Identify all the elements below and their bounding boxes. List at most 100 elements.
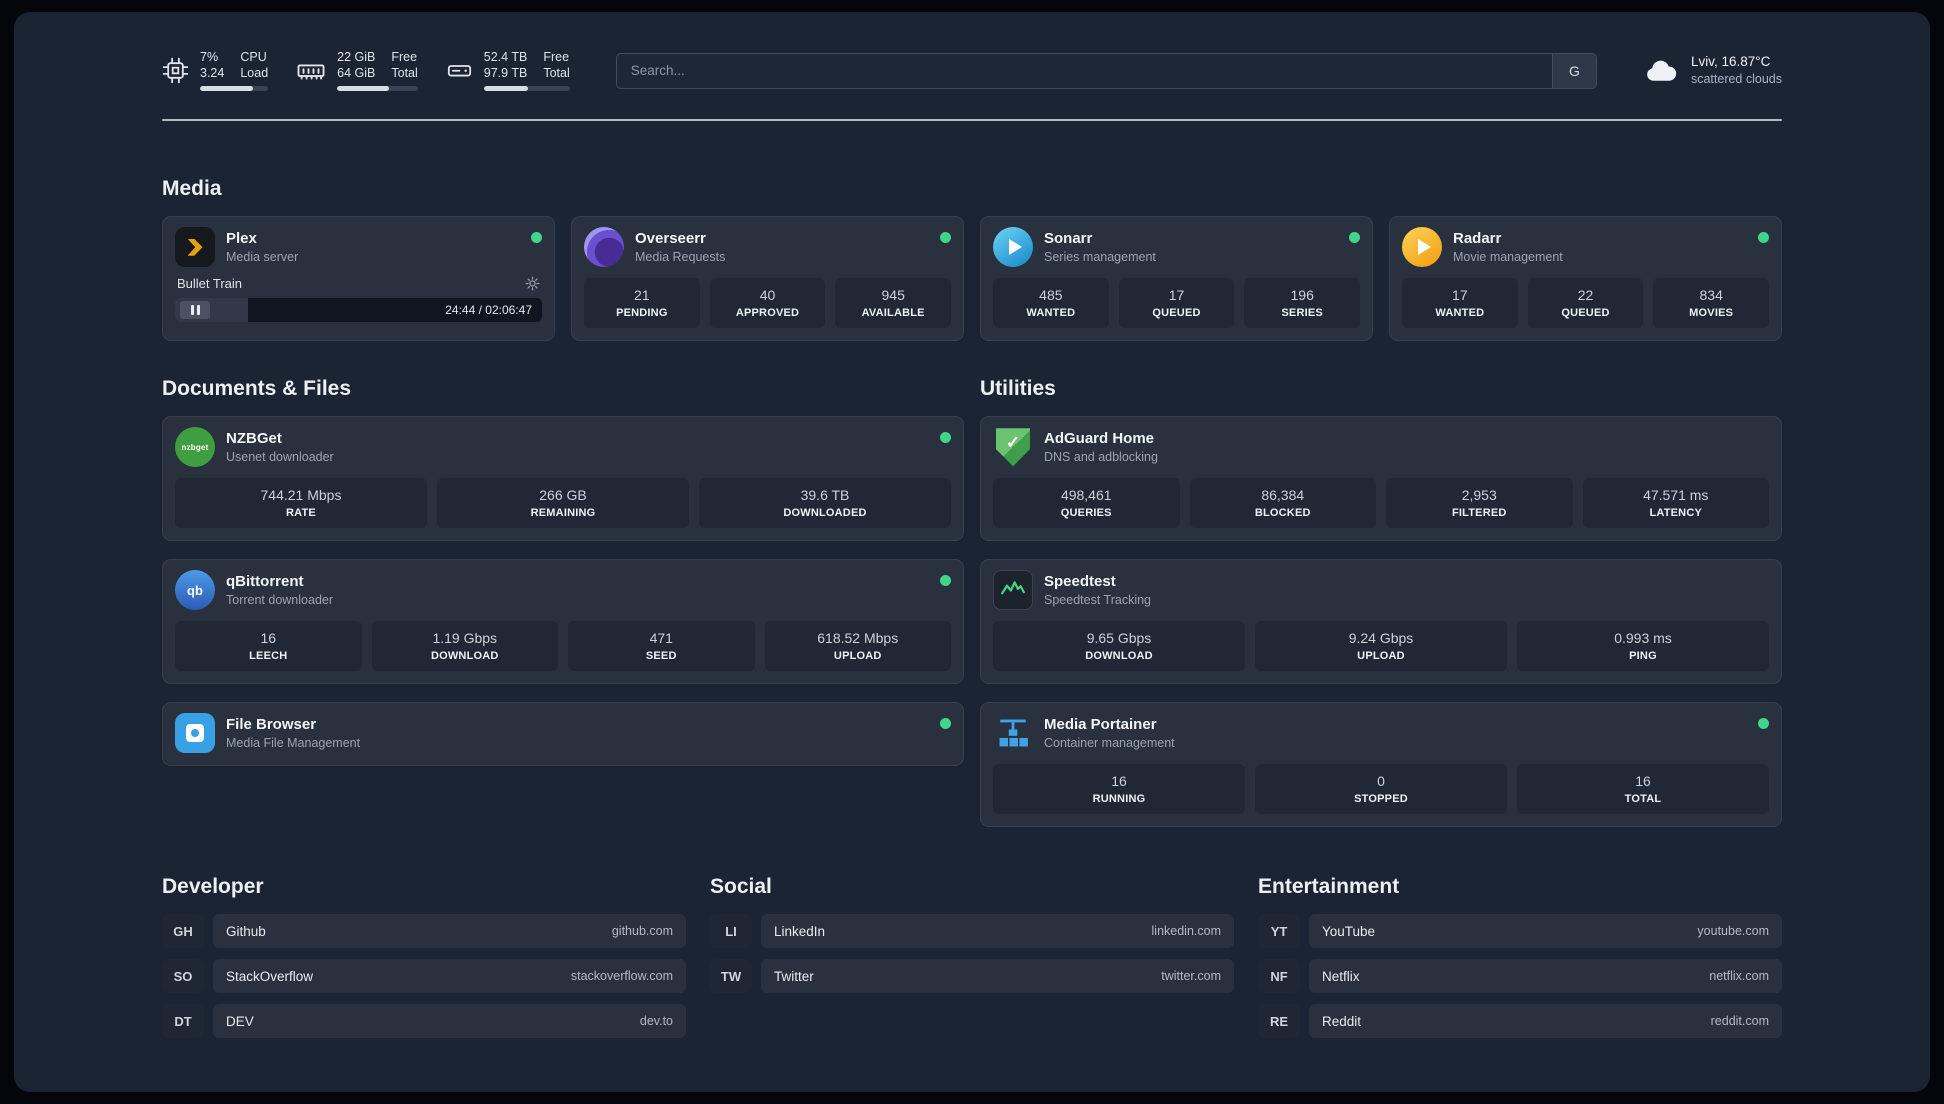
stat-label: QUEUED <box>1152 306 1201 319</box>
memory-labels: Free Total <box>391 50 417 81</box>
bookmark-abbr[interactable]: RE <box>1258 1004 1300 1039</box>
bookmark-abbr[interactable]: NF <box>1258 959 1300 994</box>
overseerr-icon <box>584 227 624 268</box>
bookmark-link[interactable]: LinkedIn linkedin.com <box>761 914 1234 949</box>
bookmark-name: Twitter <box>774 968 814 984</box>
service-card-sonarr[interactable]: Sonarr Series management 485 WANTED 17 Q… <box>980 216 1373 342</box>
search-provider-button[interactable]: G <box>1551 53 1596 88</box>
memory-free: 22 GiB <box>337 50 376 64</box>
stat-label: UPLOAD <box>1357 649 1405 662</box>
bookmark-link[interactable]: Twitter twitter.com <box>761 959 1234 994</box>
bookmark-abbr[interactable]: LI <box>710 914 752 949</box>
memory-total: 64 GiB <box>337 65 376 80</box>
service-name: AdGuard Home <box>1044 430 1155 448</box>
service-name: Plex <box>226 230 257 248</box>
service-card-plex[interactable]: Plex Media server Bullet Train 24:44 / 0… <box>162 216 555 342</box>
stat-label: APPROVED <box>735 306 800 319</box>
load-label: Load <box>240 65 269 80</box>
service-card-overseerr[interactable]: Overseerr Media Requests 21 PENDING 40 A… <box>571 216 964 342</box>
bookmark-abbr[interactable]: GH <box>162 914 204 949</box>
search-input[interactable] <box>616 63 1552 79</box>
bookmark-name: DEV <box>226 1013 254 1029</box>
bookmark-item-youtube[interactable]: YT YouTube youtube.com <box>1258 914 1782 949</box>
stat-value: 21 <box>634 287 650 304</box>
section-title-developer: Developer <box>162 875 264 899</box>
bookmark-link[interactable]: StackOverflow stackoverflow.com <box>213 959 686 994</box>
shield-check-icon: ✓ <box>996 428 1030 467</box>
stat-tile: 22 QUEUED <box>1527 278 1644 329</box>
service-card-portainer[interactable]: Media Portainer Container management 16 … <box>980 702 1782 828</box>
status-dot <box>1758 232 1769 244</box>
stat-label: SEED <box>645 649 677 662</box>
bookmark-item-reddit[interactable]: RE Reddit reddit.com <box>1258 1004 1782 1039</box>
bookmark-abbr[interactable]: SO <box>162 959 204 994</box>
stat-label: PING <box>1629 649 1657 662</box>
cpu-progress-fill <box>200 86 254 92</box>
stat-tile: 834 MOVIES <box>1653 278 1770 329</box>
stat-tile: 9.65 Gbps DOWNLOAD <box>993 621 1245 672</box>
resource-memory: 22 GiB 64 GiB Free Total <box>296 50 418 92</box>
bookmark-group-social: Social LI LinkedIn linkedin.com TW Twitt… <box>710 875 1234 1049</box>
service-description: Media File Management <box>226 735 361 750</box>
free-label: Free <box>391 50 418 64</box>
service-name: File Browser <box>226 716 317 734</box>
bookmark-item-dev[interactable]: DT DEV dev.to <box>162 1004 686 1039</box>
playback-progress-bar[interactable]: 24:44 / 02:06:47 <box>175 298 542 323</box>
filebrowser-icon <box>175 713 215 754</box>
stat-value: 16 <box>1111 773 1127 790</box>
bookmark-link[interactable]: DEV dev.to <box>213 1004 686 1039</box>
bookmark-link[interactable]: Github github.com <box>213 914 686 949</box>
stat-label: DOWNLOAD <box>1085 649 1153 662</box>
gear-icon[interactable] <box>525 276 540 291</box>
stat-tile: 0 STOPPED <box>1255 764 1507 815</box>
bookmark-item-linkedin[interactable]: LI LinkedIn linkedin.com <box>710 914 1234 949</box>
dashboard: 7% 3.24 CPU Load 22 GiB 64 GiB Free Tota… <box>14 12 1930 1092</box>
stat-tile: 9.24 Gbps UPLOAD <box>1255 621 1507 672</box>
stat-label: QUEUED <box>1561 306 1610 319</box>
disk-progress-bar <box>483 86 570 92</box>
stat-value: 17 <box>1168 287 1185 304</box>
stat-label: REMAINING <box>530 506 596 519</box>
stat-tile: 498,461 QUERIES <box>993 478 1180 529</box>
service-card-qbittorrent[interactable]: qb qBittorrent Torrent downloader 16 LEE… <box>162 559 964 685</box>
bookmark-item-netflix[interactable]: NF Netflix netflix.com <box>1258 959 1782 994</box>
bookmark-group-developer: Developer GH Github github.com SO StackO… <box>162 875 686 1049</box>
pause-button[interactable] <box>180 301 210 320</box>
search-bar[interactable]: G <box>615 52 1597 89</box>
stat-label: LATENCY <box>1649 506 1703 519</box>
service-card-nzbget[interactable]: nzbget NZBGet Usenet downloader 744.21 M… <box>162 416 964 542</box>
stat-tile: 17 WANTED <box>1402 278 1518 329</box>
bookmark-abbr[interactable]: DT <box>162 1004 204 1039</box>
bookmark-link[interactable]: Netflix netflix.com <box>1309 959 1782 994</box>
bookmark-item-stackoverflow[interactable]: SO StackOverflow stackoverflow.com <box>162 959 686 994</box>
stat-label: AVAILABLE <box>861 306 925 319</box>
bookmark-link[interactable]: YouTube youtube.com <box>1309 914 1782 949</box>
weather-widget: Lviv, 16.87°C scattered clouds <box>1643 53 1782 89</box>
bookmark-url: reddit.com <box>1710 1014 1769 1029</box>
bookmark-abbr[interactable]: YT <box>1258 914 1300 949</box>
stat-tile: 16 TOTAL <box>1517 764 1769 815</box>
service-description: Torrent downloader <box>226 592 334 607</box>
bookmark-item-github[interactable]: GH Github github.com <box>162 914 686 949</box>
service-card-radarr[interactable]: Radarr Movie management 17 WANTED 22 QUE… <box>1389 216 1782 342</box>
stat-value: 266 GB <box>539 487 587 504</box>
service-card-adguard[interactable]: ✓ AdGuard Home DNS and adblocking 498,46… <box>980 416 1782 542</box>
service-description: Media server <box>226 249 299 264</box>
bookmark-name: Netflix <box>1322 968 1360 984</box>
bookmark-item-twitter[interactable]: TW Twitter twitter.com <box>710 959 1234 994</box>
stat-value: 9.65 Gbps <box>1086 630 1152 647</box>
service-description: Media Requests <box>635 249 726 264</box>
section-title-social: Social <box>710 875 772 899</box>
stat-label: STOPPED <box>1354 792 1408 805</box>
stat-value: 16 <box>260 630 277 647</box>
service-card-speedtest[interactable]: Speedtest Speedtest Tracking 9.65 Gbps D… <box>980 559 1782 685</box>
stat-value: 485 <box>1039 287 1063 304</box>
bookmark-link[interactable]: Reddit reddit.com <box>1309 1004 1782 1039</box>
stat-label: FILTERED <box>1451 506 1507 519</box>
stat-label: QUERIES <box>1060 506 1112 519</box>
bookmark-abbr[interactable]: TW <box>710 959 752 994</box>
stat-label: WANTED <box>1435 306 1485 319</box>
resource-widgets: 7% 3.24 CPU Load 22 GiB 64 GiB Free Tota… <box>162 50 570 92</box>
service-card-filebrowser[interactable]: File Browser Media File Management <box>162 702 964 767</box>
stat-value: 498,461 <box>1060 487 1112 504</box>
